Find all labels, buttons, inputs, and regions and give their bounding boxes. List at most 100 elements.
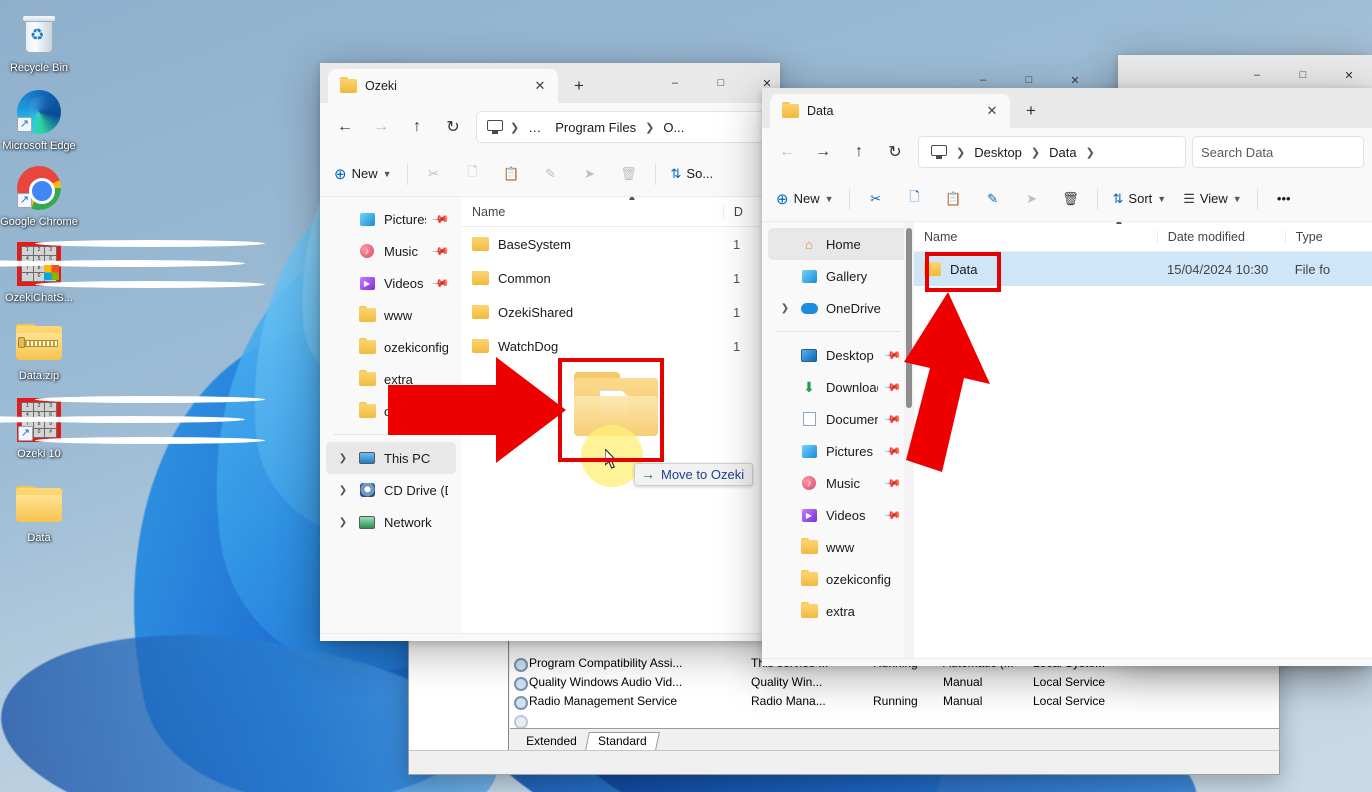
desktop-icon-microsoft-edge[interactable]: ↗ Microsoft Edge [0,86,78,152]
ozeki-navigation-pane[interactable]: Pictures 📌 ♪ Music 📌 ▶ Videos 📌 www ozek… [320,197,462,633]
minimize-button[interactable]: – [960,60,1006,100]
pin-icon[interactable]: 📌 [884,474,903,492]
table-row[interactable]: BaseSystem 1 [462,227,780,261]
table-row[interactable]: OzekiShared 1 [462,295,780,329]
copy-button[interactable]: 🗋 [454,158,492,190]
this-pc-icon[interactable] [928,144,950,160]
table-row[interactable]: WatchDog 1 [462,329,780,363]
nav-item-pictures[interactable]: Pictures 📌 [768,435,908,467]
paste-button[interactable]: 📋 [493,158,531,190]
nav-item-music[interactable]: ♪ Music 📌 [768,467,908,499]
tab-close-icon[interactable]: ✕ [528,74,552,98]
tab-extended[interactable]: Extended [514,733,588,750]
column-type[interactable]: Type [1284,229,1372,244]
desktop-icon-data-zip[interactable]: Data.zip [0,316,78,382]
ozeki-navigation-bar[interactable]: ← → ↑ ↻ ❯ … Program Files ❯ O... [320,103,780,151]
new-tab-button[interactable]: + [564,71,594,101]
share-button[interactable]: ➤ [571,158,609,190]
new-button[interactable]: ⊕ New ▼ [326,158,400,190]
address-bar[interactable]: ❯ Desktop ❯ Data ❯ [918,136,1186,168]
ozeki-list-scrollbar[interactable] [462,197,465,583]
new-button[interactable]: ⊕ New ▼ [768,183,842,215]
copy-button[interactable]: 🗋 [896,183,934,215]
forward-button[interactable]: → [806,136,840,168]
view-button[interactable]: ☰ View ▼ [1175,183,1250,215]
search-input[interactable]: Search Data [1192,136,1364,168]
more-options-button[interactable]: ••• [1265,183,1303,215]
services-tree-pane[interactable] [409,641,509,750]
pin-icon[interactable]: 📌 [884,506,903,524]
cut-button[interactable]: ✂ [857,183,895,215]
cut-button[interactable]: ✂ [415,158,453,190]
desktop-icon-ozekichatserver[interactable]: 123456789*0# OzekiChatS... [0,238,265,304]
nav-item-documents[interactable]: Documents 📌 [768,403,908,435]
sort-button[interactable]: ⇅ Sort ▼ [1105,183,1175,215]
nav-item-www[interactable]: www [326,299,456,331]
nav-item-videos[interactable]: ▶ Videos 📌 [326,267,456,299]
breadcrumb-program-files[interactable]: Program Files [549,117,642,138]
nav-item-pictures[interactable]: Pictures 📌 [326,203,456,235]
nav-item-www[interactable]: www [768,531,908,563]
delete-button[interactable]: 🗑 [610,158,648,190]
pin-icon[interactable]: 📌 [432,242,451,260]
nav-item-extra[interactable]: extra [768,595,908,627]
nav-pane-scrollbar[interactable] [904,222,914,658]
breadcrumb-desktop[interactable]: Desktop [968,142,1028,163]
nav-item-ozekiconfig[interactable]: ozekiconfig [326,331,456,363]
maximize-button[interactable]: □ [698,63,744,103]
chevron-right-icon[interactable]: ❯ [336,517,350,528]
explorer-window-ozeki[interactable]: Ozeki ✕ + – □ ✕ ← → ↑ ↻ ❯ … Program File… [320,63,780,641]
sort-button[interactable]: ⇅ So... [663,158,722,190]
back-button[interactable]: ← [328,111,362,143]
share-button[interactable]: ➤ [1013,183,1051,215]
desktop-icon-data-folder[interactable]: Data [0,478,78,544]
service-row[interactable]: Quality Windows Audio Vid... Quality Win… [510,672,1279,691]
tab-close-icon[interactable]: ✕ [980,99,1004,123]
service-row-partial[interactable] [510,710,1279,728]
nav-item-this-pc[interactable]: ❯ This PC [326,442,456,474]
rename-button[interactable]: ✎ [974,183,1012,215]
pin-icon[interactable]: 📌 [432,210,451,228]
desktop-icon-ozeki-10[interactable]: 123456789*0# ↗ Ozeki 10 [0,394,265,460]
desktop-icon-recycle-bin[interactable]: ♻ Recycle Bin [0,8,78,74]
column-name[interactable]: Name [914,230,1157,244]
column-name[interactable]: Name [462,205,723,219]
nav-item-downloads[interactable]: ⬇ Downloads 📌 [768,371,908,403]
chevron-right-icon[interactable]: ❯ [336,485,350,496]
pin-icon[interactable]: 📌 [884,378,903,396]
close-button[interactable]: ✕ [1052,60,1098,100]
rename-button[interactable]: ✎ [532,158,570,190]
nav-item-cd-drive[interactable]: ❯ CD Drive (D:) Vir [326,474,456,506]
this-pc-icon[interactable] [485,119,505,135]
breadcrumb-overflow[interactable]: … [522,117,547,138]
address-bar[interactable]: ❯ … Program Files ❯ O... [476,111,768,143]
ozeki-window-controls[interactable]: – □ ✕ [652,63,780,103]
nav-item-gallery[interactable]: Gallery [768,260,908,292]
forward-button[interactable]: → [364,111,398,143]
nav-item-ozekiconfig[interactable]: ozekiconfig [768,563,908,595]
ozeki-titlebar[interactable]: Ozeki ✕ + – □ ✕ [320,63,780,103]
refresh-button[interactable]: ↻ [878,136,912,168]
column-date-modified[interactable]: Date modified [1156,229,1285,244]
pin-icon[interactable]: 📌 [432,274,451,292]
table-row[interactable]: Data 15/04/2024 10:30 File fo [914,252,1372,286]
delete-button[interactable]: 🗑 [1052,183,1090,215]
table-row[interactable]: Common 1 [462,261,780,295]
tab-ozeki[interactable]: Ozeki ✕ [328,69,558,103]
breadcrumb-data[interactable]: Data [1043,142,1082,163]
data-window-controls[interactable]: – □ ✕ [960,60,1098,100]
chevron-right-icon[interactable]: ❯ [778,303,792,314]
data-command-toolbar[interactable]: ⊕ New ▼ ✂ 🗋 📋 ✎ ➤ 🗑 ⇅ Sort ▼ ☰ View ▼ ••… [762,176,1372,222]
data-navigation-pane[interactable]: ⌂ Home Gallery ❯ OneDrive Desktop 📌 ⬇ Do… [762,222,914,658]
refresh-button[interactable]: ↻ [436,111,470,143]
tab-standard[interactable]: Standard [584,732,660,750]
nav-item-music[interactable]: ♪ Music 📌 [326,235,456,267]
nav-item-home[interactable]: ⌂ Home [768,228,908,260]
maximize-button[interactable]: □ [1006,60,1052,100]
back-button[interactable]: ← [770,136,804,168]
up-button[interactable]: ↑ [400,111,434,143]
nav-item-extra[interactable]: extra [326,363,456,395]
data-file-list[interactable]: Name Date modified Type ▲ Data 15/04/202… [914,222,1372,658]
pin-icon[interactable]: 📌 [884,410,903,428]
minimize-button[interactable]: – [652,63,698,103]
